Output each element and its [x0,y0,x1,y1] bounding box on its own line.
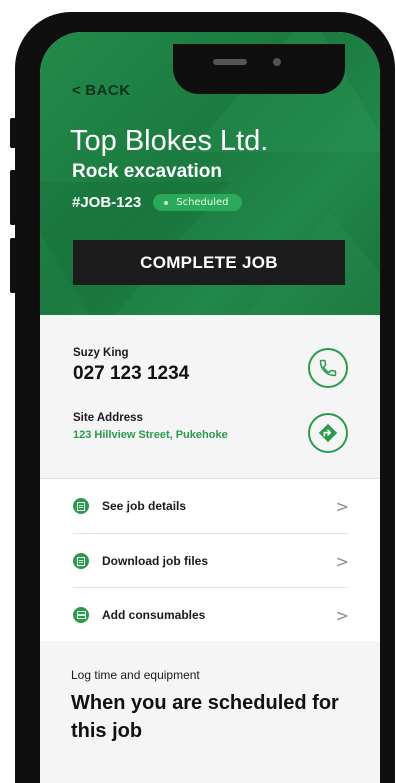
list-icon [73,607,89,623]
phone-notch [173,44,345,94]
site-address[interactable]: 123 Hillview Street, Pukehoke [73,429,228,441]
job-number: #JOB-123 [72,194,142,211]
mute-switch [10,118,16,148]
back-button[interactable]: < BACK [72,82,131,99]
add-consumables-item[interactable]: Add consumables > [73,588,349,642]
service-name: Rock excavation [72,161,222,182]
menu-item-label: Add consumables [102,608,206,622]
call-button[interactable] [308,348,348,388]
log-time-title: When you are scheduled for this job [71,692,339,742]
log-time-section: Log time and equipment When you are sche… [40,641,380,783]
status-dot-icon [164,200,169,205]
menu-item-label: See job details [102,499,187,513]
job-actions-menu: See job details > Download job files > A… [40,478,380,642]
status-label: Scheduled [176,197,229,208]
directions-button[interactable] [308,413,348,453]
screen: < BACK Top Blokes Ltd. Rock excavation #J… [40,32,380,783]
chevron-right-icon: > [335,605,349,625]
download-job-files-item[interactable]: Download job files > [73,534,349,588]
chevron-right-icon: > [335,551,349,571]
volume-down-button [10,238,16,293]
back-label: BACK [85,82,131,99]
company-name: Top Blokes Ltd. [70,125,269,157]
chevron-right-icon: > [335,496,349,516]
phone-icon [319,359,337,377]
front-camera [273,58,281,66]
document-icon [73,553,89,569]
complete-job-button[interactable]: COMPLETE JOB [73,240,345,285]
status-badge: Scheduled [153,194,242,211]
contact-phone[interactable]: 027 123 1234 [73,363,189,385]
log-time-label: Log time and equipment [71,668,200,682]
contact-name: Suzy King [73,347,129,359]
chevron-left-icon: < [72,82,82,99]
volume-up-button [10,170,16,225]
menu-item-label: Download job files [102,554,209,568]
site-address-label: Site Address [73,412,143,424]
contact-section: Suzy King 027 123 1234 Site Address 123 … [40,315,380,477]
document-icon [73,498,89,514]
speaker-grille [213,59,247,65]
job-meta: #JOB-123 Scheduled [72,194,242,211]
see-job-details-item[interactable]: See job details > [73,479,349,533]
directions-icon [318,423,338,443]
